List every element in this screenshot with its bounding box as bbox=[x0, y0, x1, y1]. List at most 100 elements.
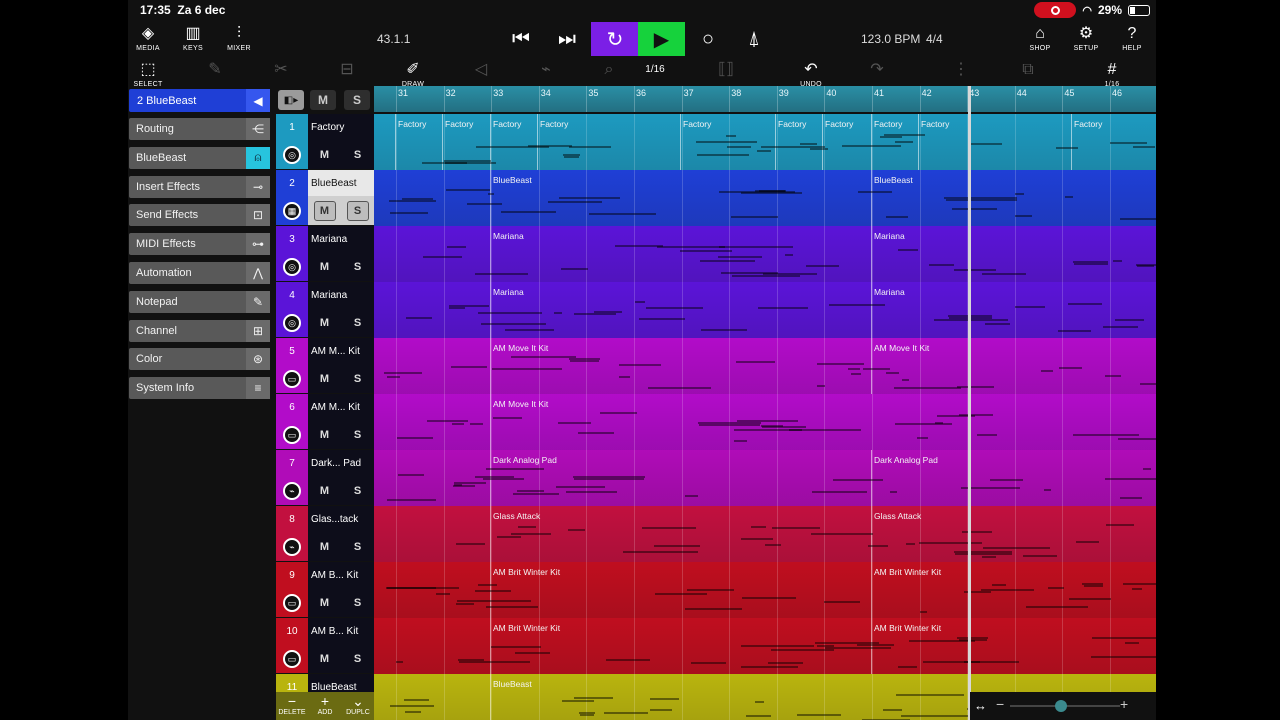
track-lane[interactable]: Factory Factory Factory Factory Factory Facto… bbox=[374, 114, 1156, 170]
undo-button[interactable]: ↶ UNDO bbox=[791, 60, 831, 88]
forward-button[interactable]: ⏭ bbox=[549, 22, 585, 56]
track-name[interactable]: BlueBeast bbox=[308, 170, 374, 196]
clip-name[interactable]: Dark Analog Pad bbox=[874, 455, 938, 465]
instrument-icon[interactable]: ▭ bbox=[276, 420, 308, 449]
instrument-icon[interactable]: ⌁ bbox=[276, 532, 308, 561]
setup-button[interactable]: ⚙ SETUP bbox=[1066, 24, 1106, 52]
position-display[interactable]: 43.1.1 bbox=[377, 32, 410, 46]
clip-name[interactable]: Factory bbox=[445, 119, 473, 129]
clip-name[interactable]: Dark Analog Pad bbox=[493, 455, 557, 465]
help-button[interactable]: ? HELP bbox=[1112, 24, 1152, 52]
inspector-item-system-info[interactable]: System Info ≡ bbox=[129, 377, 270, 400]
inspector-item-notepad[interactable]: Notepad ✎ bbox=[129, 290, 270, 313]
track-header[interactable]: 9 ▭ AM B... Kit M S bbox=[276, 562, 374, 618]
track-header[interactable]: 3 ◎ Mariana M S bbox=[276, 226, 374, 282]
track-lane[interactable]: AM Move It Kit AM Move It Kit bbox=[374, 338, 1156, 394]
track-lane[interactable]: AM Brit Winter Kit AM Brit Winter Kit bbox=[374, 562, 1156, 618]
play-button[interactable]: ▶ bbox=[638, 22, 685, 56]
clip-name[interactable]: Factory bbox=[493, 119, 521, 129]
clip-name[interactable]: AM Move It Kit bbox=[493, 343, 548, 353]
track-name[interactable]: Mariana bbox=[308, 226, 374, 252]
track-name[interactable]: AM M... Kit bbox=[308, 338, 374, 364]
playhead[interactable] bbox=[968, 86, 971, 720]
track-solo-button[interactable]: S bbox=[341, 140, 374, 169]
clip-name[interactable]: AM Brit Winter Kit bbox=[874, 623, 941, 633]
inspector-item-channel[interactable]: Channel ⊞ bbox=[129, 319, 270, 342]
keys-button[interactable]: ▥ KEYS bbox=[173, 24, 213, 52]
track-mute-button[interactable]: M bbox=[308, 476, 341, 505]
global-solo-button[interactable]: S bbox=[344, 90, 370, 110]
track-header[interactable]: 1 ◎ Factory M S bbox=[276, 114, 374, 170]
track-name[interactable]: Dark... Pad bbox=[308, 450, 374, 476]
mixer-button[interactable]: ⫶ MIXER bbox=[219, 24, 259, 52]
track-lane[interactable]: AM Move It Kit bbox=[374, 394, 1156, 450]
instrument-icon[interactable]: ▭ bbox=[276, 364, 308, 393]
instrument-icon[interactable]: ◎ bbox=[276, 308, 308, 337]
clip-name[interactable]: Factory bbox=[825, 119, 853, 129]
zoom-tool[interactable]: ⌕ bbox=[589, 60, 629, 80]
redo-button[interactable]: ↷ bbox=[857, 60, 897, 80]
track-header[interactable]: 5 ▭ AM M... Kit M S bbox=[276, 338, 374, 394]
instrument-icon[interactable]: ▭ bbox=[276, 588, 308, 617]
automation-tool[interactable]: ⌁ bbox=[526, 60, 566, 80]
track-header[interactable]: 4 ◎ Mariana M S bbox=[276, 282, 374, 338]
instrument-icon[interactable]: ▭ bbox=[276, 644, 308, 673]
clip-name[interactable]: AM Move It Kit bbox=[493, 399, 548, 409]
track-name[interactable]: Glas...tack bbox=[308, 506, 374, 532]
clip-name[interactable]: AM Move It Kit bbox=[874, 343, 929, 353]
instrument-icon[interactable]: ▦ bbox=[276, 196, 308, 225]
clip-name[interactable]: AM Brit Winter Kit bbox=[493, 567, 560, 577]
clip-name[interactable]: BlueBeast bbox=[493, 679, 532, 689]
track-name[interactable]: AM M... Kit bbox=[308, 394, 374, 420]
track-name[interactable]: Mariana bbox=[308, 282, 374, 308]
clip-name[interactable]: Factory bbox=[398, 119, 426, 129]
clip-name[interactable]: Factory bbox=[921, 119, 949, 129]
inspector-item-routing[interactable]: Routing ⋲ bbox=[129, 118, 270, 140]
cycle-button[interactable]: ↻ bbox=[591, 22, 639, 56]
clip-name[interactable]: AM Brit Winter Kit bbox=[874, 567, 941, 577]
inspector-header[interactable]: 2 BlueBeast ◀ bbox=[129, 89, 270, 112]
track-solo-button[interactable]: S bbox=[341, 364, 374, 393]
clip-name[interactable]: Mariana bbox=[874, 231, 905, 241]
track-mute-button[interactable]: M bbox=[308, 644, 341, 673]
track-header[interactable]: 2 ▦ BlueBeast M S bbox=[276, 170, 374, 226]
track-solo-button[interactable]: S bbox=[341, 308, 374, 337]
zoom-out-icon[interactable]: − bbox=[996, 696, 1004, 712]
track-header[interactable]: 10 ▭ AM B... Kit M S bbox=[276, 618, 374, 674]
metronome-button[interactable]: ⍋ bbox=[736, 22, 772, 56]
fit-horizontal-icon[interactable]: ↔ bbox=[974, 698, 987, 713]
shop-button[interactable]: ⌂ SHOP bbox=[1020, 24, 1060, 52]
track-mute-button[interactable]: M bbox=[308, 588, 341, 617]
signature-display[interactable]: 4/4 bbox=[926, 32, 943, 46]
copy-button[interactable]: ⧉ bbox=[1008, 60, 1048, 80]
track-name[interactable]: AM B... Kit bbox=[308, 562, 374, 588]
clip-name[interactable]: Factory bbox=[1074, 119, 1102, 129]
track-header[interactable]: 6 ▭ AM M... Kit M S bbox=[276, 394, 374, 450]
clip-name[interactable]: Glass Attack bbox=[493, 511, 540, 521]
clip-name[interactable]: Mariana bbox=[493, 287, 524, 297]
clip-name[interactable]: Glass Attack bbox=[874, 511, 921, 521]
add-track-button[interactable]: + ADD bbox=[309, 693, 341, 716]
inspector-item-midi-effects[interactable]: MIDI Effects ⊶ bbox=[129, 233, 270, 256]
track-solo-button[interactable]: S bbox=[341, 476, 374, 505]
global-mute-button[interactable]: M bbox=[310, 90, 336, 110]
length-tool[interactable]: ⟦⟧ bbox=[706, 60, 746, 80]
track-solo-button[interactable]: S bbox=[341, 588, 374, 617]
clip-name[interactable]: Factory bbox=[778, 119, 806, 129]
track-lane[interactable]: Mariana Mariana bbox=[374, 226, 1156, 282]
zoom-in-icon[interactable]: + bbox=[1120, 696, 1128, 712]
zoom-slider-handle[interactable] bbox=[1055, 700, 1067, 712]
inspector-item-bluebeast[interactable]: BlueBeast ⍝ bbox=[129, 146, 270, 169]
delete-track-button[interactable]: − DELETE bbox=[276, 693, 308, 716]
track-mute-button[interactable]: M bbox=[308, 532, 341, 561]
inspector-item-send-effects[interactable]: Send Effects ⊡ bbox=[129, 204, 270, 227]
instrument-icon[interactable]: ◎ bbox=[276, 252, 308, 281]
track-lane[interactable]: Dark Analog Pad Dark Analog Pad bbox=[374, 450, 1156, 506]
track-mute-button[interactable]: M bbox=[308, 308, 341, 337]
draw-tool[interactable]: ✐ DRAW bbox=[393, 60, 433, 88]
snap-button[interactable]: ⋮ bbox=[941, 60, 981, 80]
track-lane[interactable]: Glass Attack Glass Attack bbox=[374, 506, 1156, 562]
clip-name[interactable]: Mariana bbox=[493, 231, 524, 241]
clip-name[interactable]: BlueBeast bbox=[493, 175, 532, 185]
clip-name[interactable]: AM Brit Winter Kit bbox=[493, 623, 560, 633]
